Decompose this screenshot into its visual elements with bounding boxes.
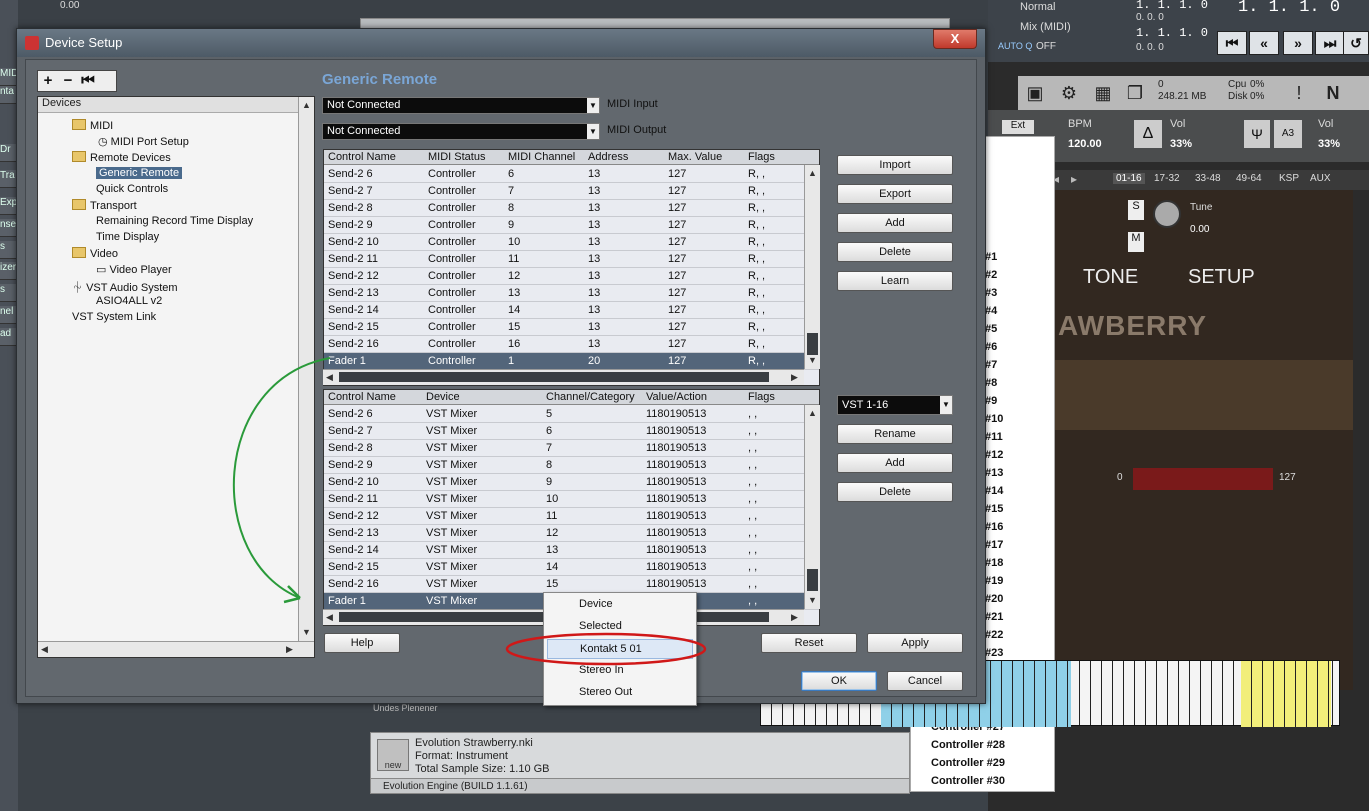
annotation-overlay: [232, 357, 707, 666]
green-arrow: [232, 357, 331, 599]
red-ellipse: [505, 632, 707, 666]
